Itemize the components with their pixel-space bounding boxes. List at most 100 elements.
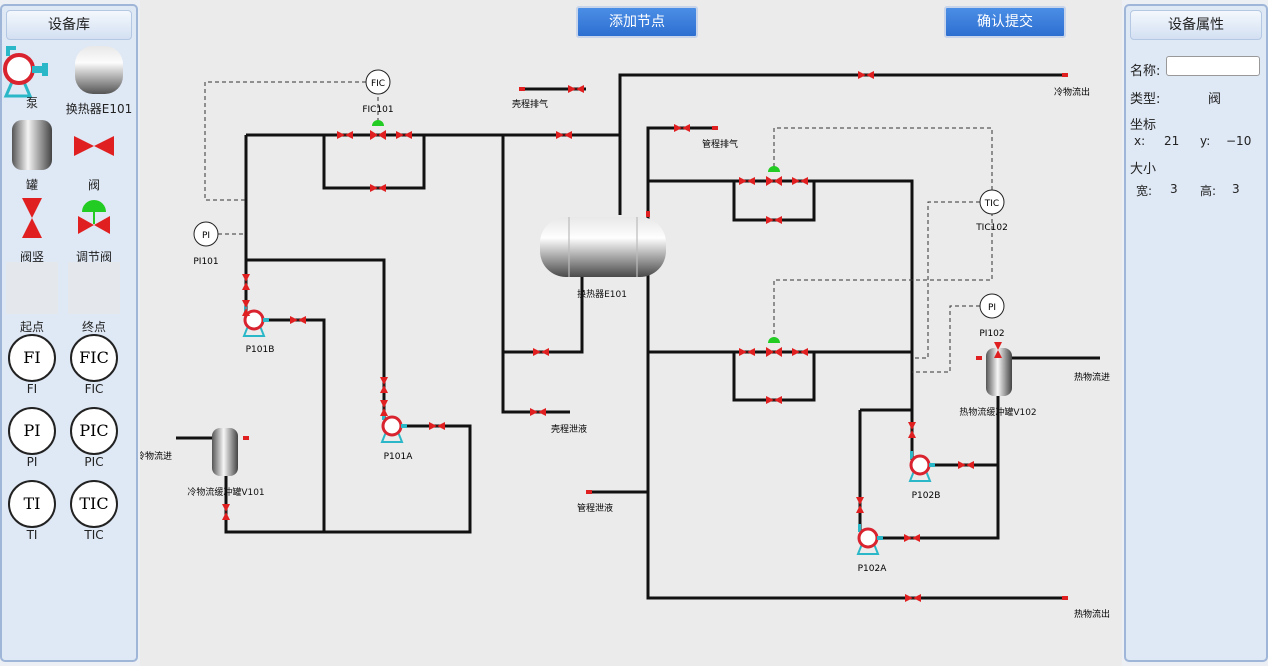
valve[interactable]	[337, 131, 353, 139]
tool-control-valve[interactable]: 调节阀	[64, 192, 124, 265]
x-value[interactable]: 21	[1164, 134, 1179, 148]
instrument-fic101[interactable]: FIC FIC101	[362, 69, 394, 115]
pump-p102a[interactable]	[856, 524, 883, 555]
diagram-canvas[interactable]: 换热器E101 冷物流缓冲罐V101 热物流缓冲罐V102 FIC FIC101…	[140, 0, 1122, 666]
valve[interactable]	[556, 131, 572, 139]
tool-ti[interactable]: TI TI	[2, 480, 62, 542]
tool-end-point[interactable]: 终点	[64, 262, 124, 335]
add-node-button[interactable]: 添加节点	[576, 6, 698, 38]
vertical-valve[interactable]	[222, 504, 230, 520]
tool-tank[interactable]: 罐	[2, 118, 62, 193]
tool-valve[interactable]: 阀	[64, 118, 124, 193]
tool-label: 起点	[19, 320, 44, 334]
instrument-pi101[interactable]: PI PI101	[193, 221, 219, 267]
instrument-pic-icon: PIC	[70, 407, 118, 455]
vertical-valve[interactable]	[242, 274, 250, 290]
valve[interactable]	[739, 348, 755, 356]
end-point-icon	[68, 262, 120, 314]
vertical-valve[interactable]	[380, 377, 388, 393]
p101a-label: P101A	[384, 452, 414, 462]
tool-label: 换热器E101	[65, 102, 133, 116]
width-value[interactable]: 3	[1170, 182, 1178, 196]
e101-label: 换热器E101	[577, 288, 627, 300]
valve[interactable]	[904, 534, 920, 542]
properties-title: 设备属性	[1130, 10, 1262, 40]
tool-pi[interactable]: PI PI	[2, 407, 62, 469]
valve[interactable]	[568, 85, 584, 93]
control-valve-tv102b[interactable]	[766, 337, 782, 357]
tool-pic[interactable]: PIC PIC	[64, 407, 124, 469]
tool-label: 罐	[25, 178, 38, 192]
width-label: 宽:	[1136, 184, 1153, 198]
pump-icon	[3, 46, 48, 98]
x-label: x:	[1134, 134, 1146, 148]
pi101-tag: PI101	[193, 257, 218, 267]
tool-start-point[interactable]: 起点	[2, 262, 62, 335]
tool-fi[interactable]: FI FI	[2, 334, 62, 396]
tool-tic[interactable]: TIC TIC	[64, 480, 124, 542]
tool-label: PIC	[84, 455, 104, 469]
control-valve-icon	[78, 200, 110, 234]
pi101-symbol: PI	[202, 231, 210, 241]
height-value[interactable]: 3	[1232, 182, 1240, 196]
vertical-valve[interactable]	[908, 422, 916, 438]
tic102-tag: TIC102	[975, 223, 1008, 233]
valves-group	[222, 71, 1002, 602]
stream-shell-drain: 壳程泄液	[551, 423, 587, 435]
stream-cold-out: 冷物流出	[1054, 86, 1090, 98]
tool-label: FI	[26, 382, 38, 396]
pump-p101a[interactable]	[380, 412, 407, 443]
name-field[interactable]	[1166, 56, 1260, 76]
instrument-tic102[interactable]: TIC TIC102	[975, 189, 1008, 233]
stream-hot-in: 热物流进	[1074, 371, 1110, 383]
valve[interactable]	[533, 348, 549, 356]
tool-label: 阀	[87, 178, 100, 192]
tool-vertical-valve[interactable]: 阀竖	[2, 192, 62, 265]
vertical-valve[interactable]	[380, 400, 388, 416]
equipment-library-panel: 设备库 泵 换热器E101 罐 阀 阀竖 调节阀 起点 终点 FI FI FIC…	[0, 4, 138, 662]
tool-label: PI	[26, 455, 38, 469]
valve[interactable]	[792, 348, 808, 356]
instrument-pi-icon: PI	[8, 407, 56, 455]
pumps-group	[242, 306, 935, 555]
valve[interactable]	[290, 316, 306, 324]
vertical-valve[interactable]	[856, 497, 864, 513]
instrument-ti-icon: TI	[8, 480, 56, 528]
pid-diagram[interactable]: 换热器E101 冷物流缓冲罐V101 热物流缓冲罐V102 FIC FIC101…	[140, 0, 1122, 666]
equipment-library-title: 设备库	[6, 10, 132, 40]
valve[interactable]	[858, 71, 874, 79]
control-valve-fv101[interactable]	[370, 120, 386, 140]
vertical-valve-icon	[22, 198, 42, 238]
instrument-pi102[interactable]: PI PI102	[979, 293, 1005, 339]
valve[interactable]	[674, 124, 690, 132]
valve[interactable]	[370, 184, 386, 192]
valve[interactable]	[792, 177, 808, 185]
tool-pump[interactable]: 泵	[2, 44, 62, 111]
vertical-valve[interactable]	[242, 300, 250, 316]
name-label: 名称:	[1130, 64, 1161, 79]
tool-fic[interactable]: FIC FIC	[64, 334, 124, 396]
valve[interactable]	[429, 422, 445, 430]
line-end-markers	[243, 73, 1068, 600]
valve[interactable]	[396, 131, 412, 139]
type-label: 类型:	[1130, 92, 1161, 107]
stream-tube-vent: 管程排气	[702, 138, 738, 150]
pump-p102b[interactable]	[908, 451, 935, 482]
valve[interactable]	[530, 408, 546, 416]
y-value[interactable]: −10	[1226, 134, 1251, 148]
start-point-icon	[6, 262, 58, 314]
v101-label: 冷物流缓冲罐V101	[187, 486, 264, 498]
tank-icon	[12, 120, 52, 170]
pump-p101b[interactable]	[242, 306, 269, 337]
valve[interactable]	[958, 461, 974, 469]
valve[interactable]	[739, 177, 755, 185]
valve[interactable]	[766, 396, 782, 404]
confirm-submit-button[interactable]: 确认提交	[944, 6, 1066, 38]
control-valve-tv102a[interactable]	[766, 166, 782, 186]
tool-label: TIC	[84, 528, 104, 542]
y-label: y:	[1200, 134, 1211, 148]
valve[interactable]	[766, 216, 782, 224]
pi102-symbol: PI	[988, 303, 996, 313]
valve[interactable]	[905, 594, 921, 602]
tool-heat-exchanger[interactable]: 换热器E101	[62, 44, 136, 117]
